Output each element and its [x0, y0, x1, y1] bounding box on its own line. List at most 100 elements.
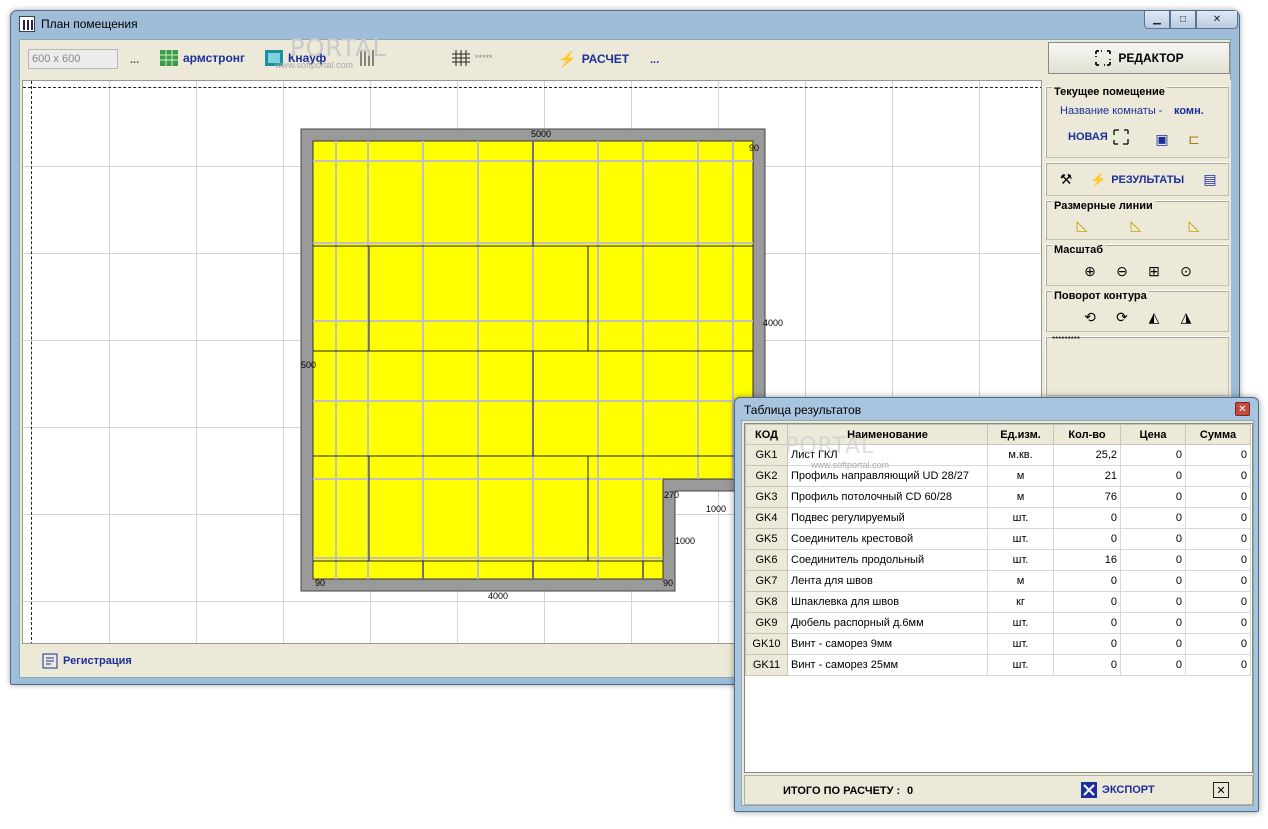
price-cell: 0	[1120, 591, 1186, 613]
armstrong-button[interactable]: армстронг	[160, 50, 245, 66]
qty-cell: 21	[1053, 465, 1121, 487]
code-cell: GK1	[745, 444, 788, 466]
excel-icon	[1081, 782, 1097, 798]
table-row[interactable]: GK7 Лента для швов м 0 0 0	[745, 570, 1251, 592]
code-cell: GK10	[745, 633, 788, 655]
results-group: ⚒ ⚡ РЕЗУЛЬТАТЫ ▤	[1045, 162, 1229, 196]
unit-cell: м	[987, 486, 1054, 508]
results-table-container: КОД Наименование Ед.изм. Кол-во Цена Сумма GK…	[744, 423, 1253, 773]
code-cell: GK3	[745, 486, 788, 508]
table-row[interactable]: GK5 Соединитель крестовой шт. 0 0 0	[745, 528, 1251, 550]
column-header-2[interactable]: Ед.изм.	[987, 424, 1054, 445]
maximize-button[interactable]: □	[1170, 11, 1196, 29]
code-cell: GK6	[745, 549, 788, 571]
dim-top: 5000	[531, 129, 551, 139]
sum-cell: 0	[1185, 633, 1251, 655]
name-cell: Соединитель крестовой	[787, 528, 988, 550]
tile-size-more-button[interactable]: ...	[130, 54, 139, 66]
name-cell: Соединитель продольный	[787, 549, 988, 571]
zoom-fit-icon[interactable]: ⊙	[1176, 261, 1196, 281]
tools-icon[interactable]: ⚒	[1056, 169, 1076, 189]
qty-cell: 0	[1053, 612, 1121, 634]
zoom-window-icon[interactable]: ⊞	[1144, 261, 1164, 281]
dim-left: 500	[301, 360, 316, 370]
code-cell: GK11	[745, 654, 788, 676]
dim-diagonal-icon[interactable]: ◺	[1184, 215, 1204, 235]
sum-cell: 0	[1185, 528, 1251, 550]
table-row[interactable]: GK6 Соединитель продольный шт. 16 0 0	[745, 549, 1251, 571]
rotate-contour-title: Поворот контура	[1052, 290, 1149, 302]
price-cell: 0	[1120, 612, 1186, 634]
name-cell: Подвес регулируемый	[787, 507, 988, 529]
price-cell: 0	[1120, 549, 1186, 571]
table-row[interactable]: GK9 Дюбель распорный д.6мм шт. 0 0 0	[745, 612, 1251, 634]
zoom-in-icon[interactable]: ⊕	[1080, 261, 1100, 281]
scale-group: Масштаб ⊕ ⊖ ⊞ ⊙	[1045, 244, 1229, 286]
sum-cell: 0	[1185, 444, 1251, 466]
close-button[interactable]: ✕	[1196, 11, 1238, 29]
dim-notch-right: 1000	[675, 536, 695, 546]
price-cell: 0	[1120, 465, 1186, 487]
editor-button[interactable]: РЕДАКТОР	[1048, 42, 1230, 74]
unit-cell: шт.	[987, 549, 1054, 571]
flip-right-icon[interactable]: ◮	[1176, 307, 1196, 327]
editor-label: РЕДАКТОР	[1118, 51, 1184, 65]
window-title: План помещения	[41, 17, 138, 31]
name-cell: Винт - саморез 9мм	[787, 633, 988, 655]
dialog-close-icon[interactable]: ✕	[1235, 402, 1250, 416]
register-button[interactable]: Регистрация	[42, 653, 132, 669]
sum-cell: 0	[1185, 465, 1251, 487]
column-header-3[interactable]: Кол-во	[1053, 424, 1121, 445]
toolbar: 600 x 600 ... армстронг Кнауф ***** ⚡ РА…	[20, 34, 1044, 78]
more-options-button[interactable]: ...	[650, 54, 659, 66]
room-name-label: Название комнаты -	[1060, 105, 1163, 117]
calculate-button[interactable]: ⚡ РАСЧЕТ	[558, 50, 629, 68]
table-row[interactable]: GK3 Профиль потолочный CD 60/28 м 76 0 0	[745, 486, 1251, 508]
sum-cell: 0	[1185, 549, 1251, 571]
new-room-button[interactable]: НОВАЯ	[1068, 129, 1129, 145]
minimize-button[interactable]: ▁	[1144, 11, 1170, 29]
results-button[interactable]: ⚡ РЕЗУЛЬТАТЫ	[1090, 172, 1184, 188]
results-lightning-icon: ⚡	[1090, 172, 1107, 187]
qty-cell: 76	[1053, 486, 1121, 508]
price-cell: 0	[1120, 528, 1186, 550]
grid-stars: *****	[475, 53, 493, 63]
close-dialog-icon[interactable]: ✕	[1213, 782, 1229, 798]
export-button[interactable]: ЭКСПОРТ	[1081, 782, 1155, 798]
calculate-label: РАСЧЕТ	[581, 52, 630, 66]
sum-cell: 0	[1185, 570, 1251, 592]
table-row[interactable]: GK11 Винт - саморез 25мм шт. 0 0 0	[745, 654, 1251, 676]
column-header-0[interactable]: КОД	[745, 424, 788, 445]
column-header-5[interactable]: Сумма	[1185, 424, 1251, 445]
info-group: *********	[1045, 335, 1229, 396]
code-cell: GK4	[745, 507, 788, 529]
dim-horizontal-icon[interactable]: ◺	[1072, 215, 1092, 235]
unit-cell: м.кв.	[987, 444, 1054, 466]
rotate-left-icon[interactable]: ⟲	[1080, 307, 1100, 327]
rotate-contour-group: Поворот контура ⟲ ⟳ ◭ ◮	[1045, 290, 1229, 332]
flip-left-icon[interactable]: ◭	[1144, 307, 1164, 327]
dim-vertical-icon[interactable]: ◺	[1126, 215, 1146, 235]
rotate-right-icon[interactable]: ⟳	[1112, 307, 1132, 327]
register-icon	[42, 653, 58, 669]
tile-size-field[interactable]: 600 x 600	[28, 49, 118, 69]
dialog-watermark: PORTAL	[785, 434, 875, 459]
results-footer: ИТОГО ПО РАСЧЕТУ : 0 ЭКСПОРТ ✕	[744, 775, 1253, 805]
name-cell: Винт - саморез 25мм	[787, 654, 988, 676]
scale-title: Масштаб	[1052, 244, 1106, 256]
grid-pattern-button[interactable]: *****	[452, 50, 493, 66]
watermark: PORTAL	[290, 34, 387, 62]
zoom-out-icon[interactable]: ⊖	[1112, 261, 1132, 281]
room-name-value[interactable]: комн.	[1174, 105, 1204, 117]
table-row[interactable]: GK4 Подвес регулируемый шт. 0 0 0	[745, 507, 1251, 529]
register-label: Регистрация	[63, 655, 132, 667]
column-header-4[interactable]: Цена	[1120, 424, 1186, 445]
table-row[interactable]: GK8 Шпаклевка для швов кг 0 0 0	[745, 591, 1251, 613]
unit-cell: шт.	[987, 633, 1054, 655]
sum-cell: 0	[1185, 612, 1251, 634]
open-folder-icon[interactable]: ⊏	[1184, 129, 1204, 149]
printer-icon[interactable]: ▤	[1200, 169, 1220, 189]
sum-cell: 0	[1185, 486, 1251, 508]
table-row[interactable]: GK10 Винт - саморез 9мм шт. 0 0 0	[745, 633, 1251, 655]
save-icon[interactable]: ▣	[1152, 129, 1172, 149]
